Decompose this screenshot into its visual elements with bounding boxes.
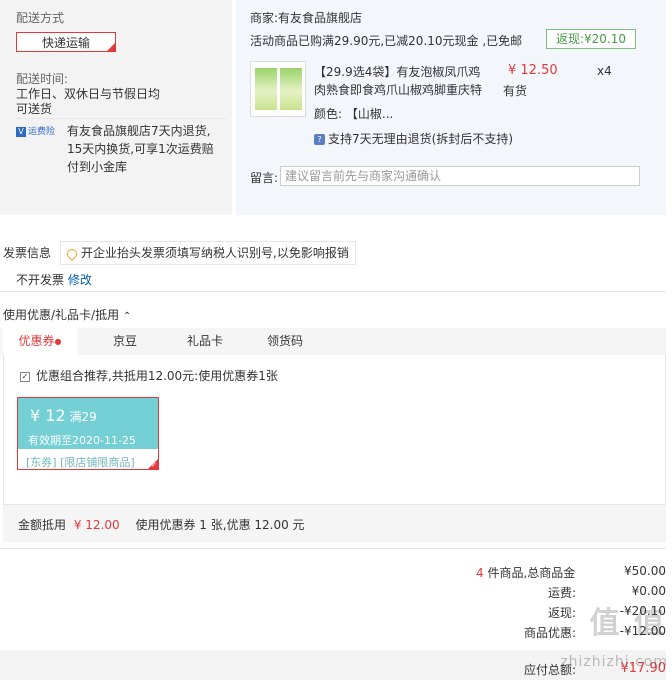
tab-redeem-code[interactable]: 领货码 (248, 328, 322, 355)
divider (16, 118, 226, 119)
insurance-badge: V 运费险 (16, 124, 55, 137)
checkbox-icon[interactable]: ✓ (20, 371, 30, 382)
amount-value: ¥ 12.00 (73, 518, 120, 532)
shipping-fee-value: ¥0.00 (631, 584, 666, 598)
divider (0, 548, 666, 549)
chevron-up-icon: ⌃ (122, 311, 132, 322)
invoice-value: 不开发票 修改 (16, 271, 92, 288)
coupon-card[interactable]: ¥ 12 满29 有效期至2020-11-25 [东券] [限店铺限商品] ✓ (17, 397, 159, 470)
coupon-expiry: 有效期至2020-11-25 (28, 434, 136, 447)
product-pack-image (280, 68, 302, 110)
item-count-label: 件商品,总商品金 (487, 566, 576, 580)
shipping-method-button[interactable]: 快递运输 (16, 32, 116, 52)
selected-corner-icon (107, 43, 115, 51)
merchant-name: 商家:有友食品旗舰店 (250, 11, 363, 25)
watermark-site: zhizhizhi.com (560, 654, 668, 670)
discount-title-text: 使用优惠/礼品卡/抵用 (3, 308, 120, 322)
color-value: 【山椒... (345, 107, 394, 121)
rebate-label: 返现: (547, 606, 576, 620)
return-info-icon[interactable]: ? (314, 134, 325, 145)
product-quantity: x4 (597, 64, 612, 78)
item-count: 4 件商品,总商品金 (476, 564, 575, 581)
tab-coupons[interactable]: 优惠券● (3, 328, 77, 355)
product-title-line: 肉熟食即食鸡爪山椒鸡脚重庆特 (314, 83, 483, 97)
shipping-method-label: 快递运输 (41, 36, 90, 50)
insurance-line: 有友食品旗舰店7天内退货, (67, 124, 211, 138)
invoice-value-text: 不开发票 (16, 273, 65, 287)
required-dot: ● (54, 337, 62, 346)
discount-title[interactable]: 使用优惠/礼品卡/抵用 ⌃ (3, 306, 131, 323)
product-price: ¥ 12.50 (508, 63, 558, 78)
tab-jingdou[interactable]: 京豆 (88, 328, 162, 355)
goods-amount: ¥50.00 (624, 564, 666, 578)
color-label: 颜色: (314, 107, 343, 121)
shipping-title: 配送方式 (16, 11, 65, 25)
product-title-line: 【29.9选4袋】有友泡椒凤爪鸡 (314, 65, 481, 79)
coupon-discount-label: 商品优惠: (523, 626, 576, 640)
invoice-tip: 开企业抬头发票须填写纳税人识别号,以免影响报销 (60, 241, 356, 265)
tab-gift-card[interactable]: 礼品卡 (168, 328, 242, 355)
delivery-time-value-2: 可送货 (16, 102, 53, 116)
insurance-text: 有友食品旗舰店7天内退货, 15天内换货,可享1次运费赔 付到小金库 (67, 122, 214, 176)
insurance-badge-label: 运费险 (28, 127, 56, 137)
divider (0, 291, 666, 292)
invoice-title: 发票信息 (3, 246, 52, 260)
return-policy: ? 支持7天无理由退货(拆封后不支持) (314, 130, 513, 147)
invoice-tip-text: 开企业抬头发票须填写纳税人识别号,以免影响报销 (81, 246, 349, 260)
used-summary: 使用优惠券 1 张,优惠 12.00 元 (135, 518, 305, 532)
note-input[interactable]: 建议留言前先与商家沟通确认 (280, 166, 640, 186)
item-count-number: 4 (476, 566, 484, 580)
product-thumbnail[interactable] (250, 61, 306, 117)
coupon-tags: [东券] [限店铺限商品] (26, 456, 135, 469)
shipping-fee-label: 运费: (547, 586, 576, 600)
stock-status: 有货 (503, 84, 528, 98)
tab-label: 优惠券 (18, 334, 55, 348)
note-label: 留言: (250, 171, 279, 185)
rebate-badge: 返现:¥20.10 (546, 29, 636, 49)
discount-summary: 金额抵用 ¥ 12.00 使用优惠券 1 张,优惠 12.00 元 (18, 516, 305, 533)
watermark: 值 值 (589, 606, 666, 641)
discount-tabs: 优惠券● 京豆 礼品卡 领货码 (0, 328, 666, 355)
recommend-option[interactable]: ✓ 优惠组合推荐,共抵用12.00元:使用优惠券1张 (20, 367, 278, 384)
recommend-text: 优惠组合推荐,共抵用12.00元:使用优惠券1张 (36, 369, 278, 383)
product-pack-image (255, 68, 277, 110)
insurance-icon: V (16, 127, 26, 137)
coupon-amount: ¥ 12 (30, 406, 66, 425)
coupon-condition: 满29 (69, 410, 97, 424)
promo-text: 活动商品已购满29.90元,已减20.10元现金 ,已免邮 (250, 34, 523, 48)
location-pin-icon (64, 246, 80, 261)
product-title[interactable]: 【29.9选4袋】有友泡椒凤爪鸡 肉熟食即食鸡爪山椒鸡脚重庆特 (314, 63, 482, 99)
insurance-line: 15天内换货,可享1次运费赔 (67, 142, 214, 156)
coupon-header: ¥ 12 满29 有效期至2020-11-25 (18, 398, 158, 449)
return-policy-text: 支持7天无理由退货(拆封后不支持) (328, 132, 513, 146)
invoice-edit-link[interactable]: 修改 (68, 273, 92, 287)
amount-label: 金额抵用 (18, 518, 67, 532)
check-icon: ✓ (151, 461, 157, 469)
product-color: 颜色: 【山椒... (314, 105, 393, 122)
insurance-line: 付到小金库 (67, 160, 128, 174)
